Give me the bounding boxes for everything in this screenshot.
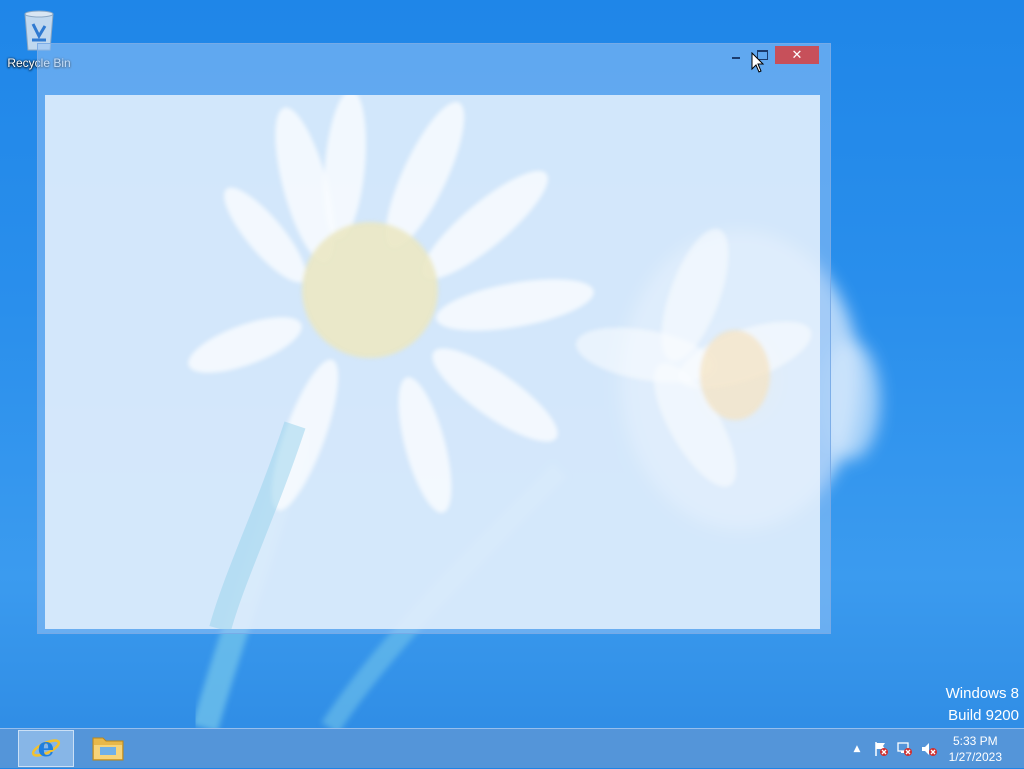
window-client-area[interactable] (45, 90, 820, 632)
taskbar-file-explorer[interactable] (80, 730, 136, 767)
minimize-icon (732, 57, 740, 59)
network-icon[interactable] (896, 740, 914, 758)
watermark-build: Build 9200 (948, 707, 1019, 724)
close-icon: ✕ (791, 47, 803, 63)
windows-version-watermark: Windows 8 Build 9200 (946, 683, 1019, 727)
watermark-os-name: Windows 8 (945, 685, 1019, 702)
client-wallpaper-reflection (188, 90, 812, 632)
taskbar-internet-explorer[interactable]: e (18, 730, 74, 767)
action-center-flag-icon[interactable] (872, 740, 890, 758)
chevron-up-icon: ▲ (853, 744, 861, 754)
taskbar: e ▲ 5:33 PM 1/27/2023 (0, 728, 1024, 768)
app-window[interactable]: ✕ (37, 43, 831, 634)
window-titlebar[interactable]: ✕ (38, 44, 830, 92)
taskbar-clock[interactable]: 5:33 PM 1/27/2023 (949, 733, 1002, 765)
minimize-button[interactable] (726, 46, 746, 64)
show-hidden-icons-button[interactable]: ▲ (848, 740, 866, 758)
internet-explorer-icon: e (30, 731, 62, 767)
file-explorer-icon (91, 732, 125, 766)
clock-date: 1/27/2023 (948, 750, 1002, 764)
clock-time: 5:33 PM (952, 734, 998, 748)
svg-text:e: e (38, 733, 55, 763)
volume-muted-icon[interactable] (920, 740, 938, 758)
mouse-cursor-icon (751, 51, 765, 78)
close-button[interactable]: ✕ (775, 46, 819, 64)
